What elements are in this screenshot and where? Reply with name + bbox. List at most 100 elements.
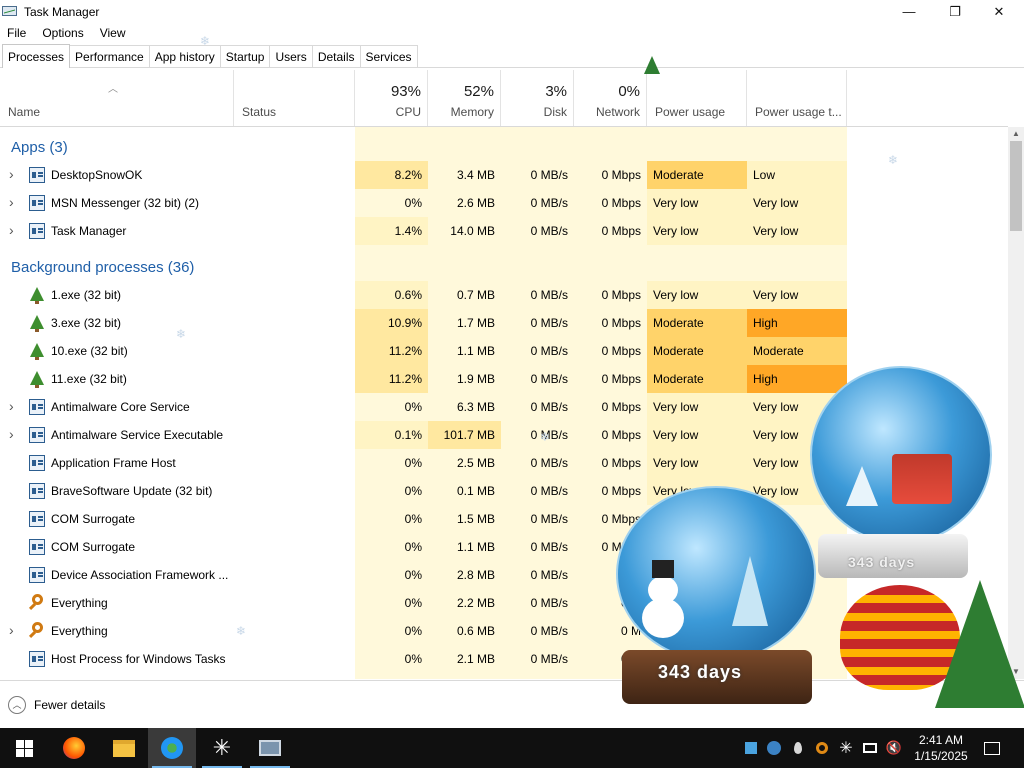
group-apps[interactable]: Apps (3) bbox=[0, 133, 1008, 161]
service-icon bbox=[29, 651, 45, 667]
cell-network: 0 Mbps bbox=[601, 288, 641, 302]
fewer-details-button[interactable]: ︿ Fewer details bbox=[8, 695, 105, 714]
snowflake-icon: ❄ bbox=[888, 153, 899, 167]
cell-power-trend: Very low bbox=[747, 189, 847, 217]
cell-cpu: 0% bbox=[404, 652, 422, 666]
process-row[interactable]: 10.exe (32 bit) 11.2% 1.1 MB 0 MB/s 0 Mbps Mo… bbox=[0, 337, 1008, 365]
menu-options[interactable]: Options bbox=[34, 26, 91, 40]
chevron-right-icon[interactable]: › bbox=[9, 222, 17, 238]
windows-logo-icon bbox=[15, 739, 33, 757]
column-disk[interactable]: 3% Disk bbox=[501, 70, 574, 126]
service-icon bbox=[29, 539, 45, 555]
header-divider bbox=[0, 126, 1008, 127]
cell-network: 0 Mbps bbox=[601, 400, 641, 414]
taskbar-messenger[interactable] bbox=[148, 728, 196, 768]
cell-memory: 2.1 MB bbox=[456, 652, 495, 666]
tray-messenger-icon[interactable] bbox=[764, 728, 784, 768]
search-icon bbox=[32, 622, 43, 633]
tab-details[interactable]: Details bbox=[311, 45, 361, 67]
column-power-usage[interactable]: Power usage bbox=[647, 70, 747, 126]
cell-disk: 0 MB/s bbox=[530, 168, 568, 182]
taskbar-file-explorer[interactable] bbox=[100, 728, 148, 768]
process-row[interactable]: › Task Manager 1.4% 14.0 MB 0 MB/s 0 Mbps Very… bbox=[0, 217, 1008, 245]
column-status[interactable]: Status bbox=[234, 70, 355, 126]
snowman-icon bbox=[642, 560, 686, 638]
cell-power: Very low bbox=[647, 217, 747, 245]
cell-disk: 0 MB/s bbox=[530, 484, 568, 498]
scroll-up-icon[interactable]: ▲ bbox=[1008, 127, 1024, 141]
process-row[interactable]: › DesktopSnowOK 8.2% 3.4 MB 0 MB/s 0 Mbps Mode… bbox=[0, 161, 1008, 189]
cell-cpu: 0% bbox=[404, 400, 422, 414]
chevron-right-icon[interactable]: › bbox=[9, 426, 17, 442]
column-network[interactable]: 0% Network bbox=[574, 70, 647, 126]
process-row[interactable]: 1.exe (32 bit) 0.6% 0.7 MB 0 MB/s 0 Mbps Very… bbox=[0, 281, 1008, 309]
menu-file[interactable]: File bbox=[0, 26, 34, 40]
chevron-right-icon[interactable]: › bbox=[9, 622, 17, 638]
brave-update-icon bbox=[29, 483, 45, 499]
cell-power: Very low bbox=[647, 421, 747, 449]
tray-snowflake-icon[interactable]: ✳ bbox=[836, 728, 856, 768]
chevron-right-icon[interactable]: › bbox=[9, 398, 17, 414]
cell-cpu: 0.6% bbox=[355, 281, 428, 309]
cell-power: Very low bbox=[647, 189, 747, 217]
process-name: 11.exe (32 bit) bbox=[51, 372, 127, 386]
tab-users[interactable]: Users bbox=[269, 45, 313, 67]
desktopsnow-icon: ✳ bbox=[212, 735, 232, 760]
tray-droplet-icon[interactable] bbox=[788, 728, 808, 768]
task-manager-icon bbox=[29, 223, 45, 239]
tray-everything-icon[interactable] bbox=[810, 728, 834, 768]
group-background-processes[interactable]: Background processes (36) bbox=[0, 253, 1008, 281]
cell-memory: 1.1 MB bbox=[456, 540, 495, 554]
cell-disk: 0 MB/s bbox=[530, 540, 568, 554]
minimize-button[interactable]: — bbox=[886, 0, 932, 23]
cell-network: 0 Mbps bbox=[601, 428, 641, 442]
tab-startup[interactable]: Startup bbox=[219, 45, 271, 67]
chevron-right-icon[interactable]: › bbox=[9, 166, 17, 182]
start-button[interactable] bbox=[0, 728, 48, 768]
taskbar: ✳ ✳ 🔇 2:41 AM 1/15/2025 bbox=[0, 728, 1024, 768]
tab-performance[interactable]: Performance bbox=[69, 45, 150, 67]
process-row[interactable]: › MSN Messenger (32 bit) (2) 0% 2.6 MB 0 MB/… bbox=[0, 189, 1008, 217]
maximize-button[interactable]: ❐ bbox=[932, 0, 978, 23]
volume-muted-icon[interactable]: 🔇 bbox=[884, 728, 904, 768]
cell-disk: 0 MB/s bbox=[530, 456, 568, 470]
taskbar-firefox[interactable] bbox=[50, 728, 98, 768]
christmas-tree-decoration bbox=[830, 575, 1024, 715]
process-name: MSN Messenger (32 bit) (2) bbox=[51, 196, 200, 210]
cell-power: Moderate bbox=[647, 365, 747, 393]
cell-cpu: 1.4% bbox=[355, 217, 428, 245]
cell-network: 0 Mbps bbox=[601, 224, 641, 238]
network-icon[interactable] bbox=[860, 728, 880, 768]
column-memory[interactable]: 52% Memory bbox=[428, 70, 501, 126]
process-name: COM Surrogate bbox=[51, 540, 136, 554]
snowflake-icon bbox=[29, 167, 45, 183]
process-name: Everything bbox=[51, 596, 108, 610]
column-cpu[interactable]: 93% CPU bbox=[355, 70, 428, 126]
notifications-icon[interactable] bbox=[976, 728, 1008, 768]
network-total: 0% bbox=[618, 83, 640, 100]
scroll-thumb[interactable] bbox=[1010, 141, 1022, 231]
tab-processes[interactable]: Processes bbox=[2, 44, 71, 68]
process-row[interactable]: 3.exe (32 bit) 10.9% 1.7 MB 0 MB/s 0 Mbps Mod… bbox=[0, 309, 1008, 337]
gift-boxes-icon bbox=[892, 454, 952, 504]
taskbar-task-manager[interactable] bbox=[246, 728, 294, 768]
cell-network: 0 Mbps bbox=[601, 372, 641, 386]
title-bar[interactable]: Task Manager — ❐ ✕ bbox=[0, 0, 1024, 23]
column-power-usage-trend[interactable]: Power usage t... bbox=[747, 70, 847, 126]
clock[interactable]: 2:41 AM 1/15/2025 bbox=[908, 728, 974, 768]
cell-cpu: 8.2% bbox=[355, 161, 428, 189]
tree-icon bbox=[30, 371, 44, 388]
tray-app-icon[interactable] bbox=[742, 728, 760, 768]
tab-services[interactable]: Services bbox=[359, 45, 418, 67]
chevron-right-icon[interactable]: › bbox=[9, 194, 17, 210]
menu-view[interactable]: View bbox=[92, 26, 134, 40]
tab-app-history[interactable]: App history bbox=[148, 45, 221, 67]
cell-disk: 0 MB/s bbox=[530, 568, 568, 582]
column-name[interactable]: Name bbox=[0, 70, 234, 126]
cell-memory: 2.6 MB bbox=[456, 196, 495, 210]
cell-cpu: 11.2% bbox=[355, 365, 428, 393]
close-button[interactable]: ✕ bbox=[976, 0, 1022, 23]
taskbar-desktopsnow[interactable]: ✳ bbox=[198, 728, 246, 768]
snowflake-icon: ❄ bbox=[236, 624, 247, 638]
process-name: Device Association Framework ... bbox=[51, 568, 229, 582]
